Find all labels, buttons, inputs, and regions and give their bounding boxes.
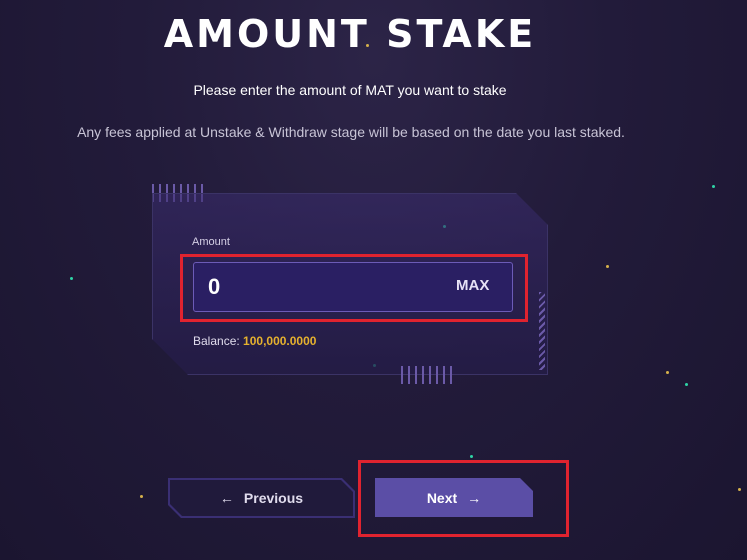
page-subtitle: Please enter the amount of MAT you want … [193, 82, 507, 98]
previous-label: Previous [243, 490, 304, 506]
balance-value: 100,000.0000 [243, 334, 317, 348]
decor-dot [666, 371, 669, 374]
decor-dot [470, 455, 473, 458]
previous-button[interactable]: ← Previous [170, 480, 353, 516]
decor-dot [606, 265, 609, 268]
amount-label: Amount [192, 236, 230, 248]
panel-decor-hatch [539, 292, 545, 370]
arrow-left-icon: ← [219, 490, 234, 506]
highlight-box-next [358, 460, 569, 537]
panel-decor-ticks-bottom [401, 366, 452, 384]
decor-dot [685, 383, 688, 386]
decor-dot [712, 185, 715, 188]
page-title: AMOUNT STAKE [163, 12, 537, 56]
decor-dot [738, 488, 741, 491]
highlight-box-amount [180, 254, 528, 322]
decor-dot [140, 495, 143, 498]
decor-dot [70, 277, 73, 280]
balance-label: Balance: [193, 334, 240, 348]
balance-row: Balance: 100,000.0000 [193, 334, 316, 348]
fee-note: Any fees applied at Unstake & Withdraw s… [77, 124, 625, 140]
